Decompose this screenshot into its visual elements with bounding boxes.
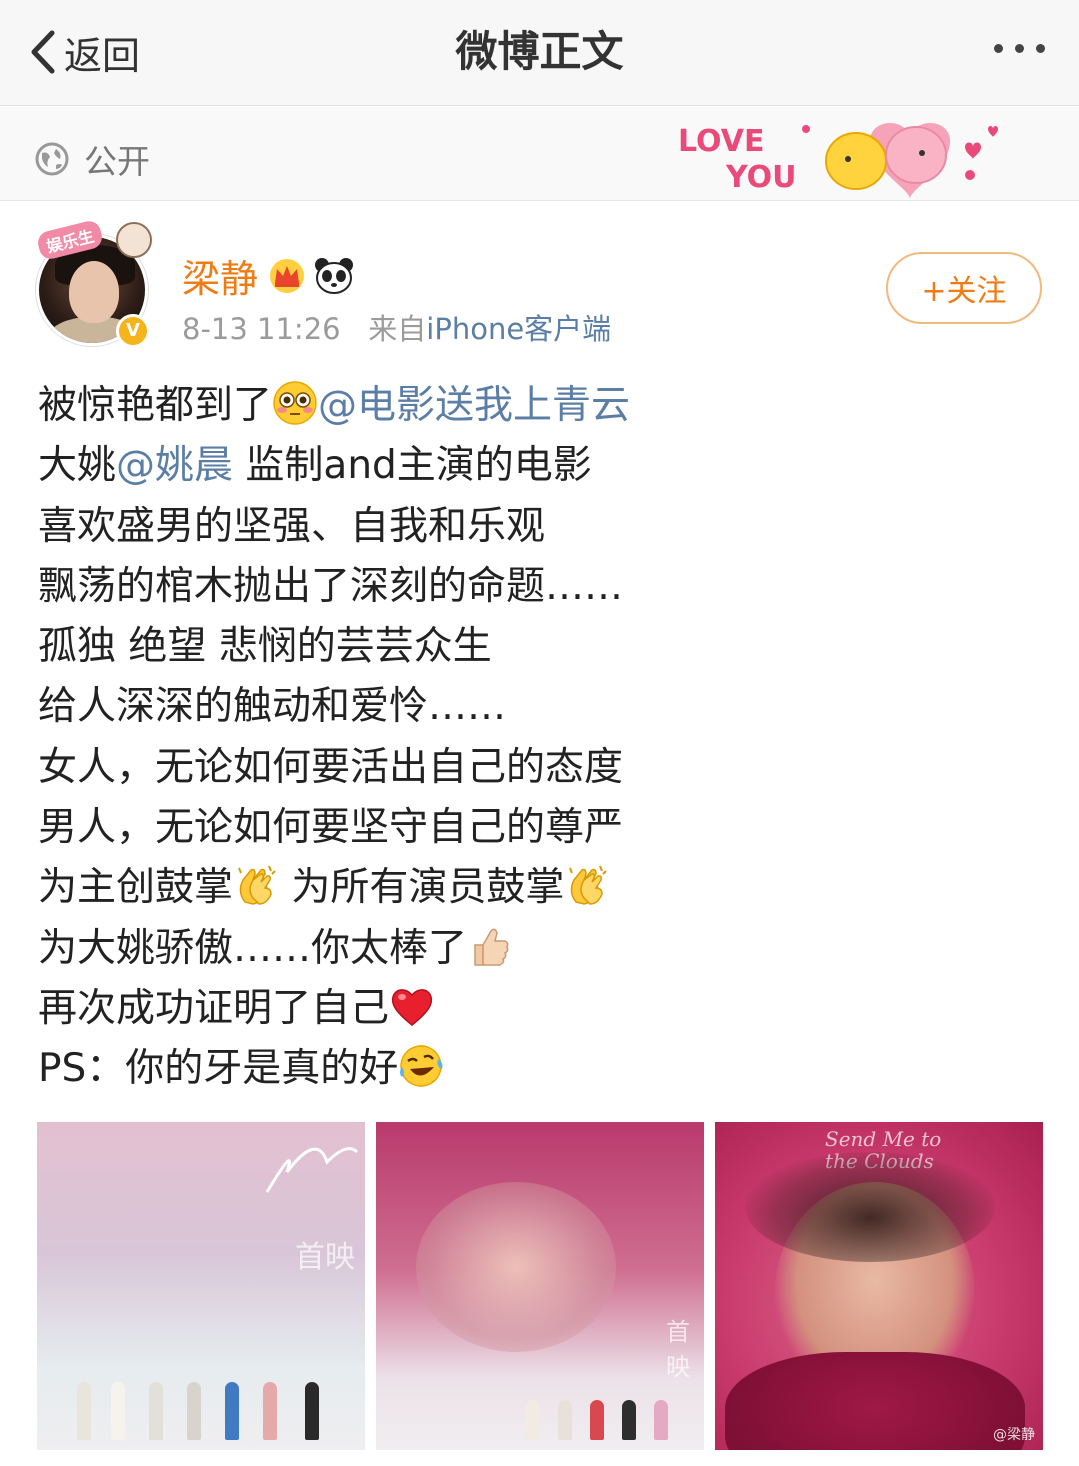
mention-link[interactable]: @电影送我上青云 — [318, 383, 630, 428]
decor-text-you: YOU — [725, 160, 797, 195]
person-figure — [77, 1382, 91, 1440]
username[interactable]: 梁静 — [182, 248, 258, 303]
globe-icon — [35, 142, 69, 176]
follow-button[interactable]: +关注 — [886, 252, 1042, 324]
laughing-tears-emoji — [400, 1045, 443, 1088]
person-figure — [149, 1382, 163, 1440]
source-prefix: 来自 — [368, 312, 427, 346]
more-icon[interactable] — [994, 44, 1045, 53]
decor-text-love: LOVE — [678, 124, 764, 159]
visibility-label: 公开 — [84, 142, 150, 181]
post-time: 8-13 11:26 — [182, 312, 341, 346]
photo-thumbnail[interactable]: 首映 — [376, 1122, 704, 1450]
person-figure — [590, 1400, 604, 1440]
text-segment: 为主创鼓掌 — [38, 865, 234, 911]
text-segment: 大姚 — [38, 443, 117, 489]
person-figure — [558, 1400, 572, 1440]
person-figure — [225, 1382, 239, 1440]
text-line: 孤独 绝望 悲悯的芸芸众生 — [38, 624, 492, 670]
page-title: 微博正文 — [455, 27, 624, 76]
crown-icon — [270, 258, 305, 293]
text-segment: 再次成功证明了自己 — [38, 985, 390, 1031]
text-segment: 为大姚骄傲……你太棒了 — [38, 925, 468, 971]
text-line: 飘荡的棺木抛出了深刻的命题…… — [38, 563, 624, 609]
text-line: 为主创鼓掌 为所有演员鼓掌 — [38, 858, 1048, 918]
text-line: 为大姚骄傲……你太棒了 — [38, 919, 1048, 979]
text-segment: 监制and主演的电影 — [233, 443, 592, 489]
text-segment: 为所有演员鼓掌 — [279, 865, 565, 911]
person-figure — [622, 1400, 636, 1440]
text-line: 大姚@姚晨 监制and主演的电影 — [38, 436, 1048, 496]
person-figure — [187, 1382, 201, 1440]
love-you-sticker: LOVE YOU — [678, 123, 998, 199]
person-figure — [654, 1400, 668, 1440]
text-segment: 被惊艳都到了 — [38, 383, 273, 428]
clapping-hands-emoji — [569, 866, 608, 906]
mascot-icon — [116, 222, 152, 258]
author-avatar[interactable]: 娱乐生 V — [35, 218, 154, 354]
text-segment: PS：你的牙是真的好 — [38, 1046, 399, 1092]
post-meta: 8-13 11:26 来自iPhone客户端 — [182, 306, 611, 348]
text-line: 给人深深的触动和爱怜…… — [38, 684, 507, 730]
verified-badge-icon: V — [116, 314, 150, 348]
screen-text: 首映 — [666, 1318, 690, 1381]
red-heart-emoji — [391, 989, 433, 1026]
top-navigation-bar: 返回 微博正文 — [0, 0, 1079, 106]
panda-icon — [315, 257, 354, 294]
person-figure — [263, 1382, 277, 1440]
poster-scarf — [725, 1352, 1025, 1450]
photo-thumbnail[interactable]: 首映 — [37, 1122, 365, 1450]
person-figure — [111, 1382, 125, 1440]
text-line: 女人，无论如何要活出自己的态度 — [38, 744, 624, 790]
person-figure — [305, 1382, 319, 1440]
photo-thumbnail[interactable]: Send Me to the Clouds @梁静 — [715, 1122, 1043, 1450]
watermark: @梁静 — [993, 1427, 1035, 1443]
text-line: 男人，无论如何要坚守自己的尊严 — [38, 805, 624, 851]
author-name-row: 梁静 — [182, 248, 354, 303]
text-line: 被惊艳都到了 @电影送我上青云 — [38, 376, 1048, 436]
poster-hair — [745, 1152, 995, 1262]
text-line: 再次成功证明了自己 — [38, 979, 1048, 1039]
thumbs-up-emoji — [474, 928, 509, 966]
calligraphy-decoration — [265, 1147, 359, 1193]
mention-link[interactable]: @姚晨 — [116, 443, 233, 488]
post-text: 被惊艳都到了 @电影送我上青云 大姚@姚晨 监制and主演的电影 喜欢盛男的坚强、… — [38, 376, 1048, 1100]
screen-text: 首映 — [295, 1240, 355, 1275]
clapping-hands-emoji — [238, 866, 276, 906]
person-figure — [526, 1400, 540, 1440]
photo-grid: 首映 首映 Send Me to the Clouds @梁静 — [37, 1122, 1043, 1450]
poster-face — [416, 1182, 616, 1352]
text-line: 喜欢盛男的坚强、自我和乐观 — [38, 503, 546, 549]
flushed-face-emoji — [273, 381, 317, 425]
text-line: PS：你的牙是真的好 — [38, 1039, 1048, 1099]
visibility-bar: 公开 LOVE YOU — [0, 107, 1079, 201]
visibility-indicator: 公开 — [34, 135, 150, 183]
post-source-link[interactable]: iPhone客户端 — [426, 312, 611, 346]
